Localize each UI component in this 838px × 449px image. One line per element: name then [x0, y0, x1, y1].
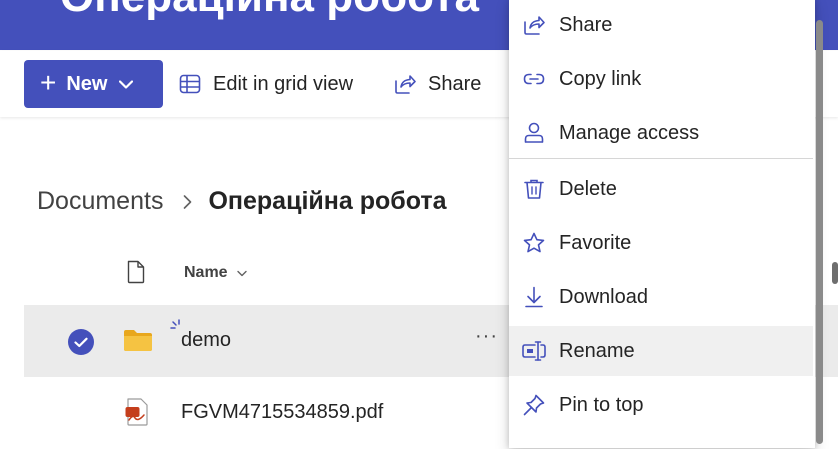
share-button[interactable]: Share [393, 60, 481, 108]
menu-item-manage-access[interactable]: Manage access [509, 108, 813, 158]
trash-icon [521, 176, 547, 202]
name-column-header[interactable]: Name [184, 264, 247, 282]
more-actions-icon[interactable]: ··· [475, 325, 498, 348]
pdf-file-icon [125, 397, 151, 432]
edit-in-grid-view-label: Edit in grid view [213, 72, 354, 95]
menu-scrollbar[interactable] [816, 20, 823, 444]
menu-item-copy-link[interactable]: Copy link [509, 54, 813, 104]
menu-item-label: Share [559, 13, 613, 36]
checkmark-icon[interactable] [68, 329, 94, 355]
menu-item-label: Favorite [559, 231, 632, 254]
file-type-icon[interactable] [126, 260, 146, 289]
link-icon [521, 66, 547, 92]
menu-item-label: Pin to top [559, 393, 644, 416]
folder-icon [123, 327, 153, 358]
menu-item-label: Download [559, 285, 648, 308]
edit-in-grid-view-button[interactable]: Edit in grid view [179, 60, 353, 108]
menu-item-label: Manage access [559, 121, 700, 144]
name-column-label: Name [184, 264, 228, 281]
menu-item-label: Copy link [559, 67, 642, 90]
breadcrumb-current-folder: Операційна робота [208, 187, 447, 215]
menu-item-download[interactable]: Download [509, 272, 813, 322]
menu-item-rename[interactable]: Rename [509, 326, 813, 376]
menu-scrollbar-thumb[interactable] [816, 20, 823, 444]
new-button[interactable]: + New [24, 60, 163, 108]
page-scrollbar-thumb[interactable] [832, 262, 838, 284]
star-icon [521, 230, 547, 256]
new-button-label: New [66, 72, 108, 95]
menu-item-favorite[interactable]: Favorite [509, 218, 813, 268]
menu-item-delete[interactable]: Delete [509, 164, 813, 214]
file-name-link[interactable]: FGVM4715534859.pdf [181, 401, 383, 424]
share-button-label: Share [428, 72, 482, 95]
grid-icon [179, 74, 201, 94]
context-menu: Share Copy link Manage access Delete Fav… [509, 0, 823, 448]
share-icon [521, 12, 547, 38]
menu-item-share[interactable]: Share [509, 0, 813, 50]
plus-icon: + [40, 66, 57, 98]
site-title: Операційна робота [60, 0, 479, 22]
chevron-down-icon [236, 270, 247, 276]
menu-item-label: Rename [559, 339, 635, 362]
share-icon [395, 75, 416, 94]
breadcrumb: Documents Операційна робота [37, 187, 447, 216]
chevron-down-icon [119, 79, 134, 89]
download-icon [521, 284, 547, 310]
breadcrumb-documents[interactable]: Documents [37, 187, 163, 216]
menu-divider [509, 158, 813, 159]
menu-item-pin-to-top[interactable]: Pin to top [509, 380, 813, 430]
menu-item-label: Delete [559, 177, 617, 200]
rename-icon [521, 338, 547, 364]
file-name-link[interactable]: demo [181, 329, 231, 352]
pin-icon [521, 392, 547, 418]
chevron-right-icon [183, 194, 192, 209]
person-icon [521, 120, 547, 146]
